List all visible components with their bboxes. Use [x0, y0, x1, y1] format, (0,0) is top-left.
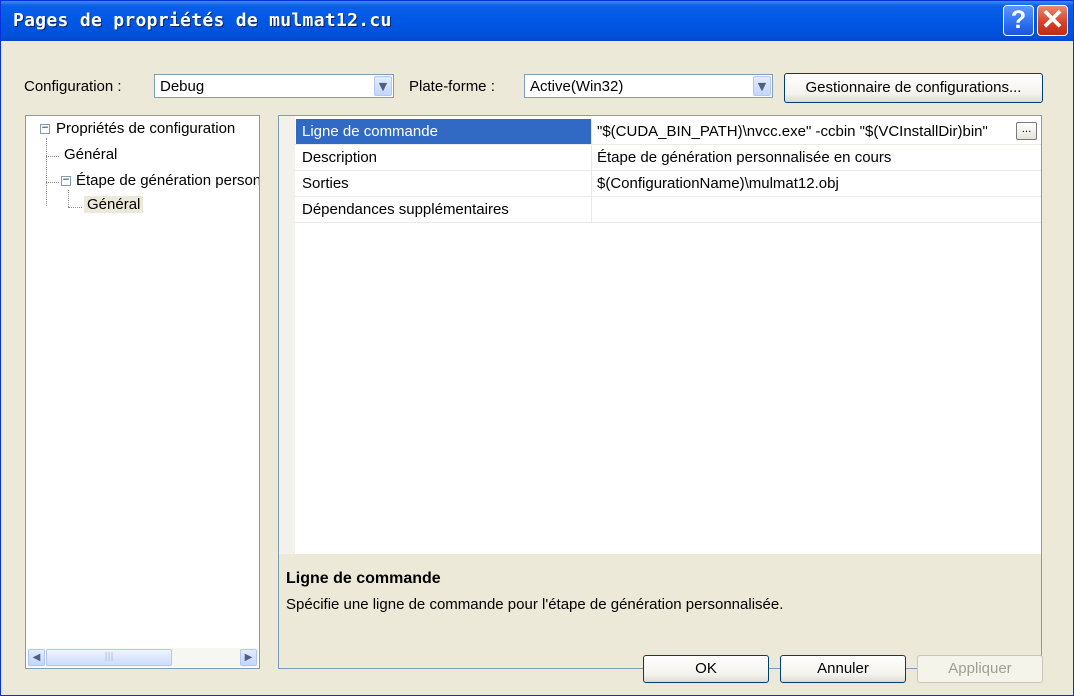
property-name[interactable]: Dépendances supplémentaires [296, 197, 592, 222]
chevron-down-icon[interactable]: ▼ [374, 76, 392, 96]
description-text: Spécifie une ligne de commande pour l'ét… [286, 596, 784, 613]
platform-label: Plate-forme : [409, 78, 495, 95]
description-title: Ligne de commande [286, 570, 441, 587]
help-button[interactable]: ? [1003, 5, 1034, 36]
property-value[interactable] [593, 197, 1041, 222]
grid-margin [279, 116, 295, 554]
description-panel: Ligne de commande Spécifie une ligne de … [279, 554, 1041, 668]
property-value[interactable]: $(ConfigurationName)\mulmat12.obj [593, 171, 1041, 196]
property-grid: Ligne de commande "$(CUDA_BIN_PATH)\nvcc… [278, 115, 1042, 669]
arrow-left-icon[interactable]: ◀ [28, 649, 45, 666]
ok-button[interactable]: OK [643, 655, 769, 683]
property-pages-dialog: Pages de propriétés de mulmat12.cu ? ✕ C… [0, 0, 1074, 696]
property-row[interactable]: Dépendances supplémentaires [295, 197, 1041, 223]
config-tree[interactable]: − Propriétés de configuration Général − … [25, 115, 260, 669]
configuration-label: Configuration : [24, 78, 122, 95]
cancel-button[interactable]: Annuler [780, 655, 906, 683]
property-row[interactable]: Sorties $(ConfigurationName)\mulmat12.ob… [295, 171, 1041, 197]
tree-connector [46, 156, 59, 157]
ellipsis-button[interactable]: ... [1016, 122, 1037, 140]
minus-box-icon[interactable]: − [61, 176, 71, 186]
configuration-value: Debug [160, 78, 205, 95]
tree-item-general[interactable]: Général [64, 146, 117, 163]
property-name[interactable]: Sorties [296, 171, 592, 196]
configuration-manager-button[interactable]: Gestionnaire de configurations... [784, 73, 1043, 103]
apply-button[interactable]: Appliquer [917, 655, 1043, 683]
configuration-combo[interactable]: Debug ▼ [154, 74, 394, 98]
tree-connector [46, 138, 47, 206]
tree-connector [68, 207, 82, 208]
minus-box-icon[interactable]: − [40, 124, 50, 134]
scrollbar-thumb[interactable]: ||| [46, 649, 172, 666]
property-row[interactable]: Ligne de commande "$(CUDA_BIN_PATH)\nvcc… [295, 119, 1041, 145]
close-button[interactable]: ✕ [1037, 5, 1068, 36]
property-row[interactable]: Description Étape de génération personna… [295, 145, 1041, 171]
tree-connector [68, 190, 69, 207]
platform-combo[interactable]: Active(Win32) ▼ [524, 74, 773, 98]
property-value[interactable]: Étape de génération personnalisée en cou… [593, 145, 1041, 170]
tree-item-general-selected[interactable]: Général [84, 196, 144, 213]
window-title: Pages de propriétés de mulmat12.cu [13, 10, 392, 31]
property-value[interactable]: "$(CUDA_BIN_PATH)\nvcc.exe" -ccbin "$(VC… [593, 119, 1041, 144]
chevron-down-icon[interactable]: ▼ [753, 76, 771, 96]
tree-item-custom-build-step[interactable]: Étape de génération personnalisée [76, 172, 259, 189]
horizontal-scrollbar[interactable]: ◀ ||| ▶ [27, 648, 258, 667]
title-bar[interactable]: Pages de propriétés de mulmat12.cu ? ✕ [1, 1, 1073, 41]
platform-value: Active(Win32) [530, 78, 624, 95]
arrow-right-icon[interactable]: ▶ [240, 649, 257, 666]
property-name[interactable]: Description [296, 145, 592, 170]
property-name-selected[interactable]: Ligne de commande [296, 119, 592, 144]
tree-item-configuration-properties[interactable]: Propriétés de configuration [56, 120, 235, 137]
tree-connector [46, 182, 59, 183]
